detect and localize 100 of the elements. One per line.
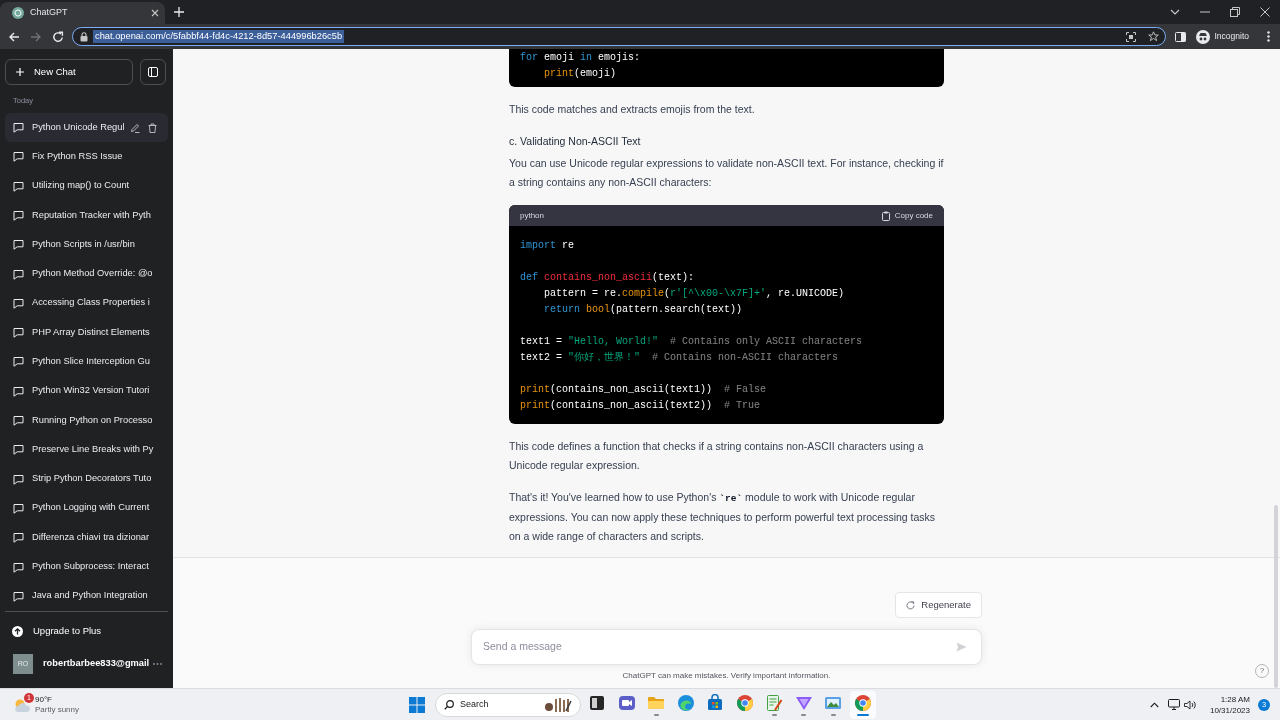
plus-icon[interactable]: [174, 7, 184, 17]
shopping-bag-icon: [706, 693, 725, 712]
chat-bubble-icon: [13, 415, 24, 427]
chat-item[interactable]: Java and Python Integration: [5, 581, 168, 611]
sidebar-panel-icon: [148, 67, 158, 77]
chat-bubble-icon: [13, 356, 24, 368]
chat-item[interactable]: Accessing Class Properties i: [5, 288, 168, 319]
reload-icon[interactable]: [52, 30, 64, 43]
chat-bubble-icon: [13, 239, 24, 251]
chat-bubble-icon: [13, 180, 24, 192]
hat-and-glasses-icon: [1195, 29, 1210, 44]
code-line: print(contains_non_ascii(text2)) # True: [520, 399, 761, 413]
weather-condition: Partly sunny: [35, 704, 80, 715]
chevron-up-icon[interactable]: [1149, 701, 1159, 708]
new-chat-button[interactable]: New Chat: [5, 59, 133, 85]
chat-bubble-icon: [13, 297, 24, 309]
chat-bubble-icon: [13, 385, 24, 397]
chat-item[interactable]: Python Method Override: @o: [5, 259, 168, 289]
chat-bubble-icon: [13, 151, 24, 163]
chat-bubble-icon: [13, 444, 24, 456]
code-line: import re: [520, 239, 575, 253]
code-line: text2 = "你好，世界！" # Contains non-ASCII characters: [520, 350, 839, 365]
back-arrow-icon[interactable]: [8, 30, 20, 43]
url-text: chat.openai.com/c/5fabbf44-fd4c-4212-8d57-444996b26c5b: [93, 30, 345, 43]
chat-item[interactable]: PHP Array Distinct Elements: [5, 318, 168, 348]
search-icon: [444, 699, 454, 710]
app-logo-icon: [12, 7, 24, 19]
scan-square-icon[interactable]: [1125, 31, 1136, 42]
close-icon[interactable]: [1260, 7, 1270, 17]
code-line: print(emoji): [543, 67, 617, 81]
tools-icon: [544, 696, 574, 713]
plus-icon: [16, 68, 24, 76]
speaker-icon[interactable]: [1183, 699, 1196, 710]
code-line: pattern = re.compile(r'[^\x00-\x7F]+', re.UNICODE): [543, 287, 845, 301]
chat-item[interactable]: Python Subprocess: Interact: [5, 552, 168, 582]
upgrade-button[interactable]: Upgrade to Plus: [5, 617, 168, 645]
search-box[interactable]: Search: [435, 692, 581, 717]
chat-item[interactable]: Running Python on Processo: [5, 405, 168, 436]
sidebar-toggle-button[interactable]: [140, 59, 166, 85]
refresh-icon: [906, 600, 916, 610]
chat-bubble-icon: [13, 502, 24, 514]
regenerate-button[interactable]: Regenerate: [895, 592, 982, 618]
code-language: python: [520, 209, 545, 222]
disclaimer-text: ChatGPT can make mistakes. Verify important information.: [622, 670, 831, 682]
clock-time: 1:28 AM: [1220, 693, 1250, 705]
chat-bubble-icon: [13, 561, 24, 573]
user-email: robertbarbee833@gmail: [43, 657, 150, 671]
clock-date: 10/31/2023: [1209, 704, 1250, 716]
star-icon[interactable]: [1147, 31, 1159, 42]
chat-bubble-icon: [13, 532, 24, 544]
swirl-icon: [676, 693, 695, 712]
chat-item[interactable]: Python Unicode Regul: [5, 112, 168, 143]
chat-item[interactable]: Strip Python Decorators Tuto: [5, 464, 168, 494]
chat-item[interactable]: Differenza chiavi tra dizionar: [5, 523, 168, 553]
side-panel-icon[interactable]: [1175, 31, 1186, 42]
chat-bubble-icon: [13, 473, 24, 485]
windows-logo-icon[interactable]: [409, 696, 425, 713]
tri-color-circle-icon: [853, 693, 872, 712]
chat-bubble-icon: [13, 590, 24, 602]
chat-bubble-icon: [13, 122, 24, 134]
copy-code-button[interactable]: Copy code: [881, 209, 933, 222]
tri-color-circle-icon: [735, 693, 754, 712]
message-heading: c. Validating Non-ASCII Text: [509, 134, 642, 149]
chat-item[interactable]: Preserve Line Breaks with Py: [5, 435, 168, 465]
chat-item[interactable]: Python Slice Interception Gu: [5, 347, 168, 377]
code-line: def contains_non_ascii(text):: [520, 271, 695, 285]
trash-icon[interactable]: [148, 122, 157, 133]
chat-item[interactable]: Reputation Tracker with Pyth: [5, 200, 168, 231]
code-line: for emoji in emojis:: [520, 51, 641, 65]
address-bar[interactable]: chat.openai.com/c/5fabbf44-fd4c-4212-8d57-444996b26c5b: [72, 27, 1166, 46]
chat-bubble-icon: [13, 327, 24, 339]
chat-bubble-icon: [13, 268, 24, 280]
profile-button[interactable]: Incognito: [1192, 26, 1255, 47]
chat-item[interactable]: Python Win32 Version Tutori: [5, 376, 168, 406]
scrollbar-thumb[interactable]: [1274, 505, 1278, 688]
code-line: text1 = "Hello, World!" # Contains only ASCII characters: [520, 335, 863, 349]
pencil-icon[interactable]: [130, 122, 140, 133]
chat-item[interactable]: Python Logging with Current: [5, 493, 168, 524]
clipboard-icon: [881, 210, 890, 221]
up-arrow-circle-icon: [12, 625, 23, 637]
weather-temperature: 90°F: [35, 694, 53, 705]
message-paragraph: That's it! You've learned how to use Python's `re` module to work with Unicode regular expressions. You can now apply these techniques to perform powerful text processing tasks on a wide range of characters and scripts.: [509, 490, 937, 544]
video-camera-icon: [617, 693, 636, 712]
browser-tab[interactable]: ChatGPT: [0, 2, 165, 24]
chat-item[interactable]: Python Scripts in /usr/bin: [5, 230, 168, 260]
monitor-icon[interactable]: [1167, 699, 1180, 710]
close-icon[interactable]: [151, 9, 159, 17]
lock-icon: [80, 31, 88, 42]
message-paragraph: You can use Unicode regular expressions to validate non-ASCII text. For instance, checking if a string contains any non-ASCII characters:: [509, 156, 944, 190]
chevron-down-icon[interactable]: [1170, 7, 1180, 17]
code-line: print(contains_non_ascii(text1)) # False: [520, 383, 767, 397]
chat-item[interactable]: Fix Python RSS Issue: [5, 142, 168, 172]
chat-bubble-icon: [13, 210, 24, 221]
code-line: return bool(pattern.search(text)): [543, 303, 743, 317]
chat-item[interactable]: Utilizing map() to Count: [5, 171, 168, 201]
more-icon[interactable]: [1266, 31, 1270, 42]
message-paragraph: This code defines a function that checks if a string contains non-ASCII characters using a Unicode regular expression.: [509, 439, 925, 473]
square-window-icon: [588, 693, 607, 712]
message-paragraph: This code matches and extracts emojis from the text.: [509, 102, 756, 117]
restore-icon[interactable]: [1230, 7, 1240, 17]
